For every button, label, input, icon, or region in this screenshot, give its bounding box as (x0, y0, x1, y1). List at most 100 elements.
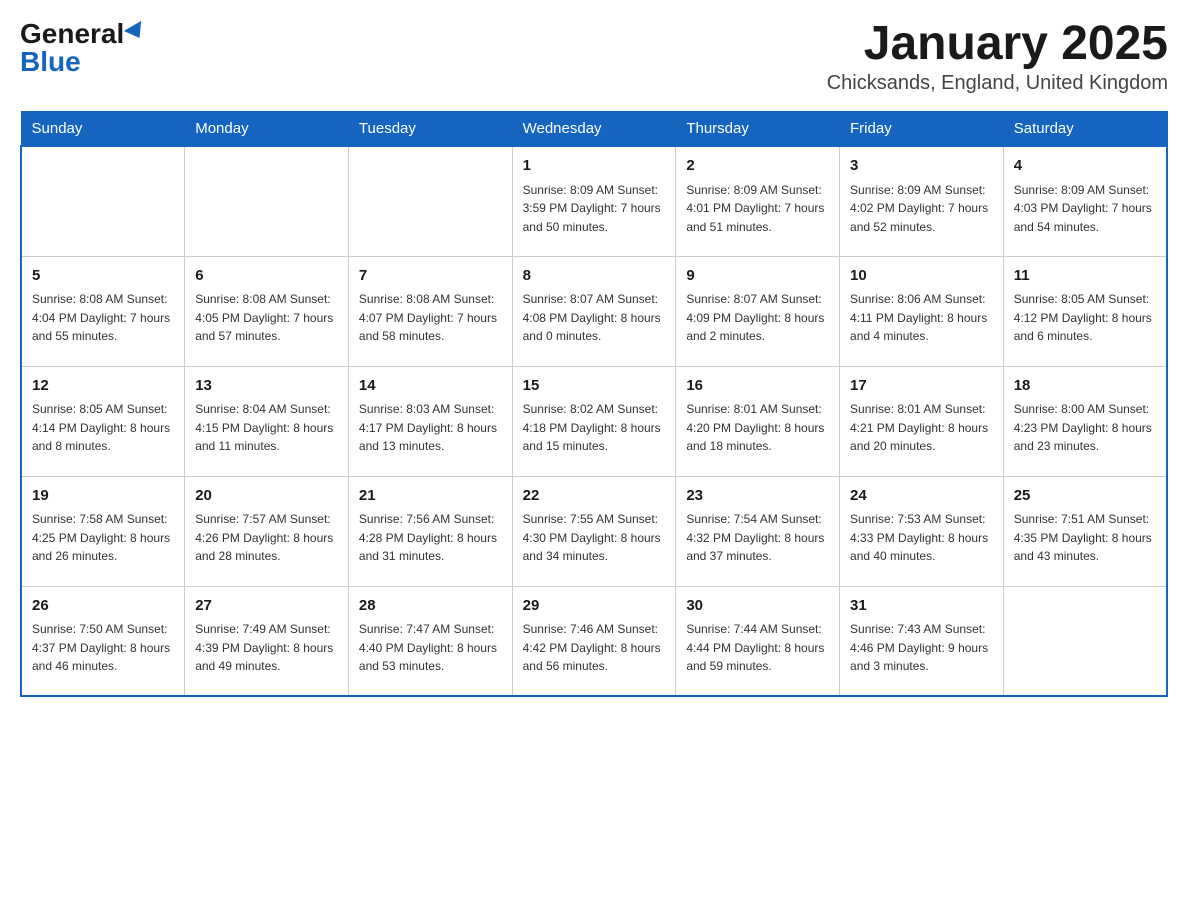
day-number: 27 (195, 595, 338, 618)
day-number: 25 (1014, 485, 1156, 508)
day-number: 5 (32, 265, 174, 288)
logo-general-text: General (20, 20, 124, 48)
calendar-cell: 3 Sunrise: 8:09 AM Sunset: 4:02 PM Daylig… (840, 146, 1004, 256)
day-number: 7 (359, 265, 502, 288)
calendar-cell: 13Sunrise: 8:04 AM Sunset: 4:15 PM Dayli… (185, 366, 349, 476)
day-info: Sunrise: 7:57 AM Sunset: 4:26 PM Dayligh… (195, 510, 338, 566)
day-number: 20 (195, 485, 338, 508)
day-info: Sunrise: 8:02 AM Sunset: 4:18 PM Dayligh… (523, 400, 666, 456)
header-day-thursday: Thursday (676, 112, 840, 147)
calendar-cell: 7Sunrise: 8:08 AM Sunset: 4:07 PM Daylig… (348, 256, 512, 366)
day-number: 23 (686, 485, 829, 508)
calendar-header: SundayMondayTuesdayWednesdayThursdayFrid… (21, 112, 1167, 147)
calendar-cell: 18Sunrise: 8:00 AM Sunset: 4:23 PM Dayli… (1003, 366, 1167, 476)
calendar-cell: 28Sunrise: 7:47 AM Sunset: 4:40 PM Dayli… (348, 586, 512, 696)
calendar-cell: 19Sunrise: 7:58 AM Sunset: 4:25 PM Dayli… (21, 476, 185, 586)
day-info: Sunrise: 8:08 AM Sunset: 4:05 PM Dayligh… (195, 290, 338, 346)
header-day-sunday: Sunday (21, 112, 185, 147)
day-info: Sunrise: 8:09 AM Sunset: 4:03 PM Dayligh… (1014, 181, 1156, 237)
day-number: 2 (686, 155, 829, 178)
calendar-cell: 6Sunrise: 8:08 AM Sunset: 4:05 PM Daylig… (185, 256, 349, 366)
header-day-monday: Monday (185, 112, 349, 147)
day-info: Sunrise: 7:49 AM Sunset: 4:39 PM Dayligh… (195, 620, 338, 676)
day-number: 28 (359, 595, 502, 618)
calendar-cell: 9Sunrise: 8:07 AM Sunset: 4:09 PM Daylig… (676, 256, 840, 366)
calendar-table: SundayMondayTuesdayWednesdayThursdayFrid… (20, 111, 1168, 697)
calendar-cell: 1 Sunrise: 8:09 AM Sunset: 3:59 PM Daylig… (512, 146, 676, 256)
calendar-cell: 16Sunrise: 8:01 AM Sunset: 4:20 PM Dayli… (676, 366, 840, 476)
calendar-cell (185, 146, 349, 256)
week-row-3: 12Sunrise: 8:05 AM Sunset: 4:14 PM Dayli… (21, 366, 1167, 476)
day-info: Sunrise: 8:09 AM Sunset: 4:02 PM Dayligh… (850, 181, 993, 237)
day-info: Sunrise: 8:09 AM Sunset: 4:01 PM Dayligh… (686, 181, 829, 237)
day-info: Sunrise: 8:09 AM Sunset: 3:59 PM Dayligh… (523, 181, 666, 237)
day-info: Sunrise: 7:56 AM Sunset: 4:28 PM Dayligh… (359, 510, 502, 566)
day-info: Sunrise: 8:08 AM Sunset: 4:04 PM Dayligh… (32, 290, 174, 346)
day-number: 3 (850, 155, 993, 178)
calendar-cell: 20Sunrise: 7:57 AM Sunset: 4:26 PM Dayli… (185, 476, 349, 586)
location-text: Chicksands, England, United Kingdom (827, 72, 1168, 95)
calendar-cell: 11Sunrise: 8:05 AM Sunset: 4:12 PM Dayli… (1003, 256, 1167, 366)
calendar-body: 1 Sunrise: 8:09 AM Sunset: 3:59 PM Daylig… (21, 146, 1167, 696)
day-number: 11 (1014, 265, 1156, 288)
day-info: Sunrise: 8:06 AM Sunset: 4:11 PM Dayligh… (850, 290, 993, 346)
day-info: Sunrise: 7:58 AM Sunset: 4:25 PM Dayligh… (32, 510, 174, 566)
calendar-cell: 15Sunrise: 8:02 AM Sunset: 4:18 PM Dayli… (512, 366, 676, 476)
day-number: 8 (523, 265, 666, 288)
month-title: January 2025 (827, 20, 1168, 68)
logo-blue-text: Blue (20, 48, 81, 76)
day-number: 6 (195, 265, 338, 288)
day-number: 13 (195, 375, 338, 398)
day-info: Sunrise: 8:05 AM Sunset: 4:12 PM Dayligh… (1014, 290, 1156, 346)
calendar-cell: 27Sunrise: 7:49 AM Sunset: 4:39 PM Dayli… (185, 586, 349, 696)
day-number: 19 (32, 485, 174, 508)
day-number: 14 (359, 375, 502, 398)
calendar-cell: 24Sunrise: 7:53 AM Sunset: 4:33 PM Dayli… (840, 476, 1004, 586)
calendar-cell: 21Sunrise: 7:56 AM Sunset: 4:28 PM Dayli… (348, 476, 512, 586)
calendar-cell: 5Sunrise: 8:08 AM Sunset: 4:04 PM Daylig… (21, 256, 185, 366)
day-info: Sunrise: 7:53 AM Sunset: 4:33 PM Dayligh… (850, 510, 993, 566)
day-info: Sunrise: 7:55 AM Sunset: 4:30 PM Dayligh… (523, 510, 666, 566)
day-number: 15 (523, 375, 666, 398)
calendar-cell: 31Sunrise: 7:43 AM Sunset: 4:46 PM Dayli… (840, 586, 1004, 696)
day-number: 1 (523, 155, 666, 178)
logo: General Blue (20, 20, 146, 76)
day-info: Sunrise: 7:54 AM Sunset: 4:32 PM Dayligh… (686, 510, 829, 566)
day-number: 18 (1014, 375, 1156, 398)
calendar-cell (348, 146, 512, 256)
day-info: Sunrise: 7:47 AM Sunset: 4:40 PM Dayligh… (359, 620, 502, 676)
header-day-saturday: Saturday (1003, 112, 1167, 147)
day-info: Sunrise: 7:50 AM Sunset: 4:37 PM Dayligh… (32, 620, 174, 676)
day-info: Sunrise: 7:44 AM Sunset: 4:44 PM Dayligh… (686, 620, 829, 676)
calendar-cell: 17Sunrise: 8:01 AM Sunset: 4:21 PM Dayli… (840, 366, 1004, 476)
calendar-cell: 23Sunrise: 7:54 AM Sunset: 4:32 PM Dayli… (676, 476, 840, 586)
day-number: 10 (850, 265, 993, 288)
header-row: SundayMondayTuesdayWednesdayThursdayFrid… (21, 112, 1167, 147)
header-day-tuesday: Tuesday (348, 112, 512, 147)
calendar-cell: 22Sunrise: 7:55 AM Sunset: 4:30 PM Dayli… (512, 476, 676, 586)
day-info: Sunrise: 7:43 AM Sunset: 4:46 PM Dayligh… (850, 620, 993, 676)
day-info: Sunrise: 8:01 AM Sunset: 4:20 PM Dayligh… (686, 400, 829, 456)
week-row-1: 1 Sunrise: 8:09 AM Sunset: 3:59 PM Daylig… (21, 146, 1167, 256)
day-info: Sunrise: 8:08 AM Sunset: 4:07 PM Dayligh… (359, 290, 502, 346)
calendar-cell: 12Sunrise: 8:05 AM Sunset: 4:14 PM Dayli… (21, 366, 185, 476)
calendar-cell: 8Sunrise: 8:07 AM Sunset: 4:08 PM Daylig… (512, 256, 676, 366)
day-number: 31 (850, 595, 993, 618)
header-day-friday: Friday (840, 112, 1004, 147)
logo-triangle-icon (124, 21, 148, 43)
week-row-4: 19Sunrise: 7:58 AM Sunset: 4:25 PM Dayli… (21, 476, 1167, 586)
title-section: January 2025 Chicksands, England, United… (827, 20, 1168, 95)
day-number: 24 (850, 485, 993, 508)
day-number: 9 (686, 265, 829, 288)
day-number: 29 (523, 595, 666, 618)
day-info: Sunrise: 8:04 AM Sunset: 4:15 PM Dayligh… (195, 400, 338, 456)
day-number: 21 (359, 485, 502, 508)
day-info: Sunrise: 8:07 AM Sunset: 4:09 PM Dayligh… (686, 290, 829, 346)
calendar-cell: 2 Sunrise: 8:09 AM Sunset: 4:01 PM Daylig… (676, 146, 840, 256)
day-info: Sunrise: 8:01 AM Sunset: 4:21 PM Dayligh… (850, 400, 993, 456)
day-number: 22 (523, 485, 666, 508)
calendar-cell: 4Sunrise: 8:09 AM Sunset: 4:03 PM Daylig… (1003, 146, 1167, 256)
calendar-cell (1003, 586, 1167, 696)
day-number: 30 (686, 595, 829, 618)
calendar-cell: 10Sunrise: 8:06 AM Sunset: 4:11 PM Dayli… (840, 256, 1004, 366)
